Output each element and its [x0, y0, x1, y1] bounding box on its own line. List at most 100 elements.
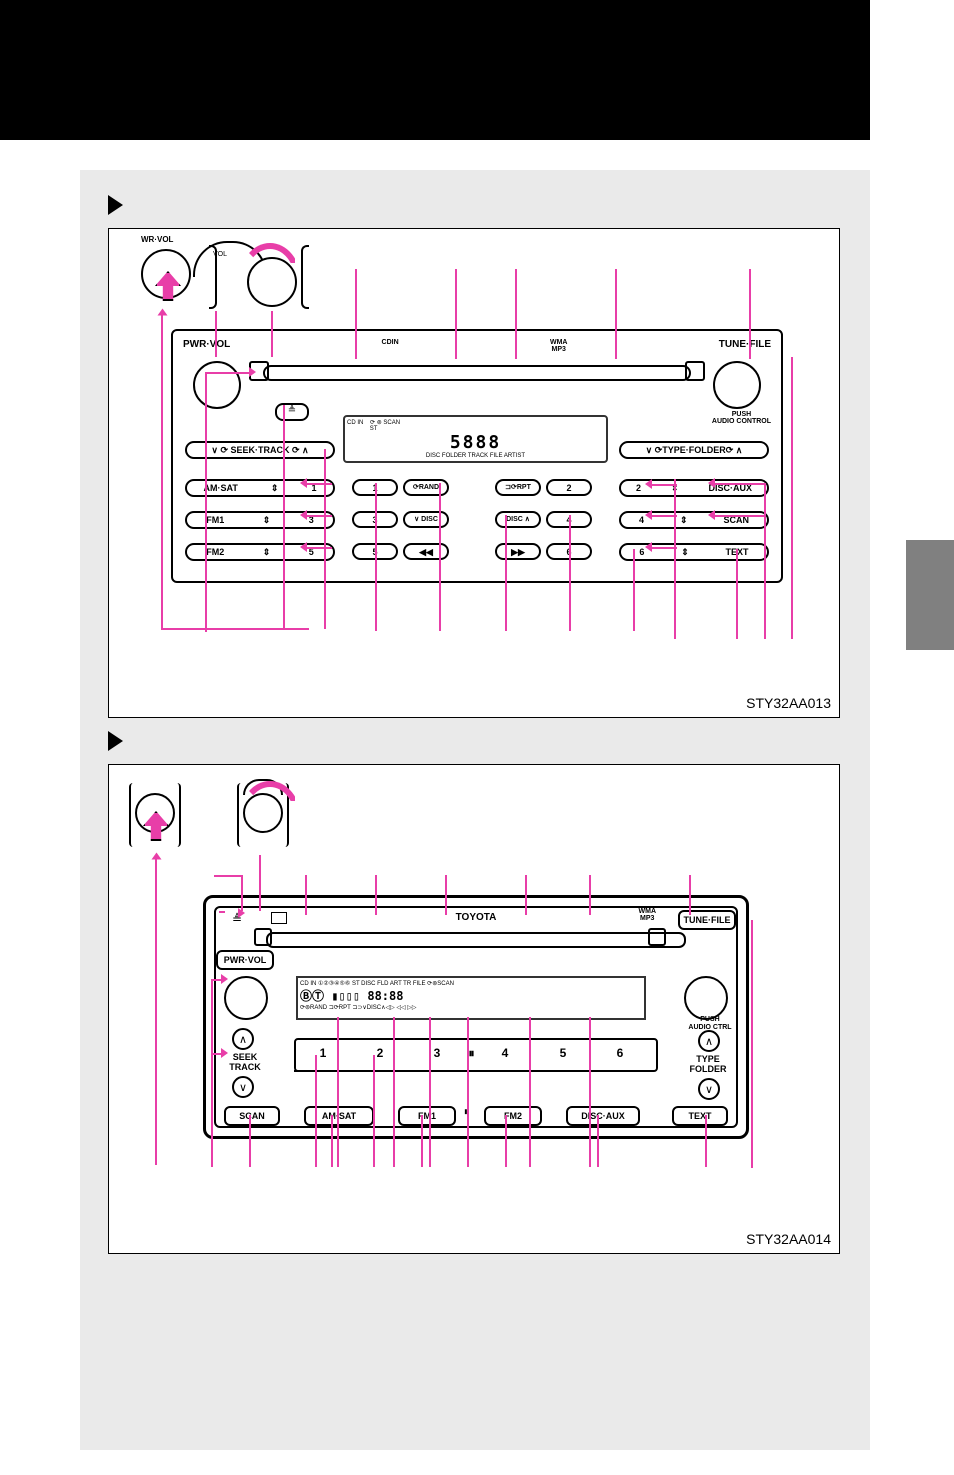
callout-line [525, 875, 527, 915]
type-a-detached-knobs: WR·VOL VOL [141, 239, 351, 325]
callout-line [421, 1115, 423, 1167]
fast-forward-button[interactable]: ▶▶ [495, 543, 541, 560]
pwr-vol-label: PWR·VOL [183, 339, 230, 353]
preset-2-button[interactable]: 2 [546, 479, 592, 496]
cd-slot[interactable] [263, 365, 691, 381]
triangle-bullet-icon [108, 731, 123, 751]
callout-line [515, 269, 517, 359]
callout-line [355, 269, 357, 359]
wma-mp3-label: WMA MP3 [639, 908, 657, 922]
callout-line [214, 875, 242, 877]
fm2-button[interactable]: FM2⇕5 [185, 543, 335, 561]
text-button[interactable]: TEXT [672, 1106, 728, 1126]
wr-vol-label: WR·VOL [141, 235, 173, 244]
callout-line [589, 875, 591, 915]
rewind-button[interactable]: ◀◀ [403, 543, 449, 560]
tune-file-knob[interactable] [684, 976, 728, 1020]
triangle-bullet-icon [108, 195, 123, 215]
type-up-button[interactable]: ∧ [698, 1030, 720, 1052]
callout-line [205, 372, 207, 632]
rpt-button[interactable]: ⊐⟳RPT [495, 479, 541, 496]
callout-line [445, 875, 447, 915]
seek-track-rocker[interactable]: ∨ ⟳ SEEK·TRACK ⟳ ∧ [185, 441, 335, 459]
text-button[interactable]: 6⇕TEXT [619, 543, 769, 561]
lcd-display: CD IN ①②③④⑤⑥ ST DISC FLD ART TR FILE ⟳⊚S… [296, 976, 646, 1020]
disc-aux-button[interactable]: DISC·AUX [566, 1106, 640, 1126]
type-folder-rocker[interactable]: ∨ ⟳TYPE·FOLDER⟳ ∧ [619, 441, 769, 459]
callout-line [271, 311, 273, 357]
section-side-tab [906, 540, 954, 650]
callout-line [241, 875, 243, 911]
arrow-tip-icon [708, 510, 715, 520]
callout-line [751, 920, 753, 1168]
figure-type-b: STY32AA014 ≜ TOYOTA WMA MP3 TU [108, 764, 840, 1254]
arrow-tip-icon [708, 478, 715, 488]
content-area: STY32AA013 WR·VOL VOL PWR·VOL CDIN WMA M… [80, 170, 870, 1450]
knob-icon [247, 257, 297, 307]
scan-button[interactable]: SCAN [224, 1106, 280, 1126]
divider [294, 1070, 654, 1072]
callout-line [649, 515, 677, 517]
callout-line [155, 855, 157, 1165]
callout-line [161, 311, 163, 629]
callout-line [331, 1115, 333, 1167]
figure-code-b: STY32AA014 [746, 1231, 831, 1247]
tune-file-label: TUNE·FILE [719, 339, 771, 353]
arrow-tip-icon [152, 853, 162, 860]
callout-line [439, 483, 441, 631]
callout-line [205, 372, 253, 374]
disc-aux-button[interactable]: 2⇕DISC·AUX [619, 479, 769, 497]
figure-code-a: STY32AA013 [746, 695, 831, 711]
pwr-vol-knob[interactable] [193, 361, 241, 409]
callout-line [712, 483, 766, 485]
callout-line [529, 1017, 531, 1167]
fm2-button[interactable]: FM2 [484, 1106, 542, 1126]
callout-line [304, 483, 332, 485]
tune-file-label-button: TUNE·FILE [678, 910, 736, 930]
callout-line [393, 1017, 395, 1167]
brand-label: TOYOTA [206, 912, 746, 923]
arrow-tip-icon [300, 510, 307, 520]
seek-up-button[interactable]: ∧ [232, 1028, 254, 1050]
arrow-tip-icon [158, 309, 168, 316]
callout-line [649, 547, 677, 549]
callout-line [569, 515, 571, 631]
lcd-display: CD IN ⟳ ⊚ SCAN ST 5888 DISC FOLDER TRACK… [343, 415, 608, 463]
cdin-label: CDIN [382, 339, 399, 353]
callout-line [324, 449, 326, 629]
radio-type-a-frame: PWR·VOL CDIN WMA MP3 TUNE·FILE PUSH AUDI… [171, 329, 783, 583]
radio-type-b-frame: ≜ TOYOTA WMA MP3 TUNE·FILE PWR·VOL ∧ SEE… [203, 895, 749, 1139]
cd-slot[interactable] [266, 932, 686, 948]
am-sat-button[interactable]: AM·SAT⇕1 [185, 479, 335, 497]
callout-line [373, 1055, 375, 1167]
disc-down-button[interactable]: ∨ DISC [403, 511, 449, 528]
callout-line [211, 979, 213, 1167]
arrow-tip-icon [238, 908, 245, 918]
callout-line [674, 479, 676, 639]
type-down-button[interactable]: ∨ [698, 1078, 720, 1100]
arrow-tip-icon [249, 367, 256, 377]
arrow-tip-icon [645, 479, 652, 489]
callout-line [649, 484, 677, 486]
tune-file-knob[interactable] [713, 361, 761, 409]
arrow-tip-icon [221, 974, 228, 984]
callout-line [375, 875, 377, 915]
arrow-tip-icon [221, 1048, 228, 1058]
fm1-button[interactable]: FM1⇕3 [185, 511, 335, 529]
arrow-tip-icon [645, 510, 652, 520]
disc-up-button[interactable]: DISC ∧ [495, 511, 541, 528]
callout-line [315, 1055, 317, 1167]
scan-button[interactable]: 4⇕SCAN [619, 511, 769, 529]
callout-line [219, 911, 225, 913]
arrow-tip-icon [300, 542, 307, 552]
seek-down-button[interactable]: ∨ [232, 1076, 254, 1098]
preset-row-frame [294, 1038, 658, 1072]
audio-control-label: PUSH AUDIO CONTROL [712, 411, 771, 425]
callout-line [305, 875, 307, 915]
pwr-vol-knob[interactable] [224, 976, 268, 1020]
eject-button[interactable]: ≜ [275, 403, 309, 421]
fm1-button[interactable]: FM1 [398, 1106, 456, 1126]
arrow-tip-icon [300, 478, 307, 488]
callout-line [304, 547, 332, 549]
rand-button[interactable]: ⟳RAND [403, 479, 449, 496]
